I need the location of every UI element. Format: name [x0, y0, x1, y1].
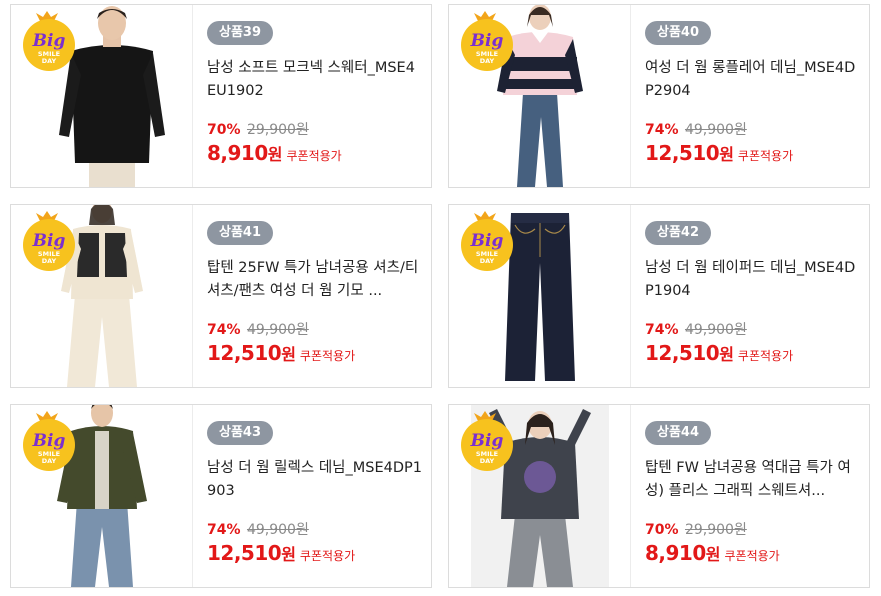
rank-badge: 상품42	[645, 221, 712, 245]
coupon-label: 쿠폰적용가	[737, 149, 794, 163]
price-block: 74% 49,900원 12,510원 쿠폰적용가	[207, 521, 423, 569]
final-price: 12,510	[645, 341, 720, 365]
product-title[interactable]: 여성 더 웜 롱플레어 데님_MSE4DP2904	[645, 57, 861, 103]
product-image[interactable]: Big SMILE DAY	[11, 5, 193, 187]
product-info: 상품41 탑텐 25FW 특가 남녀공용 셔츠/티셔츠/팬츠 여성 더 웜 기모…	[207, 221, 423, 369]
discount-rate: 74%	[645, 322, 679, 338]
smile-day-badge-icon: Big SMILE DAY	[461, 211, 513, 271]
rank-badge: 상품43	[207, 421, 274, 445]
product-info: 상품40 여성 더 웜 롱플레어 데님_MSE4DP2904 74% 49,90…	[645, 21, 861, 169]
svg-text:DAY: DAY	[42, 457, 57, 465]
product-card-40[interactable]: Big SMILE DAY 상품40 여성 더 웜 롱플레어 데님_MSE4DP…	[448, 4, 870, 188]
price-block: 70% 29,900원 8,910원 쿠폰적용가	[645, 521, 861, 569]
discount-rate: 70%	[645, 522, 679, 538]
smile-day-badge-icon: Big SMILE DAY	[23, 211, 75, 271]
won-unit: 원	[719, 145, 734, 164]
discount-rate: 74%	[207, 322, 241, 338]
product-image[interactable]: Big SMILE DAY	[11, 405, 193, 587]
coupon-label: 쿠폰적용가	[286, 149, 342, 163]
product-image[interactable]: Big SMILE DAY	[449, 205, 631, 387]
product-card-44[interactable]: Big SMILE DAY 상품44 탑텐 FW 남녀공용 역대급 특가 여성)…	[448, 404, 870, 588]
product-info: 상품43 남성 더 웜 릴렉스 데님_MSE4DP1903 74% 49,900…	[207, 421, 423, 569]
svg-text:Big: Big	[470, 231, 504, 251]
svg-text:Big: Big	[32, 431, 66, 451]
svg-text:DAY: DAY	[480, 57, 495, 65]
final-price: 12,510	[207, 341, 282, 365]
original-price: 29,900원	[246, 122, 309, 138]
product-title[interactable]: 남성 더 웜 테이퍼드 데님_MSE4DP1904	[645, 257, 861, 303]
final-price: 12,510	[207, 541, 282, 565]
price-block: 74% 49,900원 12,510원 쿠폰적용가	[645, 321, 861, 369]
svg-text:DAY: DAY	[480, 457, 495, 465]
smile-day-badge-icon: Big SMILE DAY	[461, 11, 513, 71]
final-price: 12,510	[645, 141, 720, 165]
won-unit: 원	[705, 545, 721, 564]
rank-badge: 상품41	[207, 221, 274, 245]
product-title[interactable]: 남성 더 웜 릴렉스 데님_MSE4DP1903	[207, 457, 423, 503]
rank-badge: 상품40	[645, 21, 712, 45]
won-unit: 원	[719, 345, 734, 364]
smile-day-badge-icon: Big SMILE DAY	[23, 411, 75, 471]
product-info: 상품42 남성 더 웜 테이퍼드 데님_MSE4DP1904 74% 49,90…	[645, 221, 861, 369]
product-image[interactable]: Big SMILE DAY	[11, 205, 193, 387]
product-title[interactable]: 남성 소프트 모크넥 스웨터_MSE4EU1902	[207, 57, 423, 103]
smile-day-badge-icon: Big SMILE DAY	[23, 11, 75, 71]
svg-text:Big: Big	[470, 31, 504, 51]
svg-text:Big: Big	[32, 231, 66, 251]
smile-day-badge-icon: Big SMILE DAY	[461, 411, 513, 471]
product-title[interactable]: 탑텐 FW 남녀공용 역대급 특가 여성) 플리스 그래픽 스웨트셔...	[645, 457, 861, 503]
won-unit: 원	[267, 145, 283, 164]
rank-badge: 상품39	[207, 21, 274, 45]
discount-rate: 74%	[207, 522, 241, 538]
coupon-label: 쿠폰적용가	[737, 349, 794, 363]
svg-text:DAY: DAY	[42, 57, 57, 65]
svg-text:DAY: DAY	[42, 257, 57, 265]
price-block: 74% 49,900원 12,510원 쿠폰적용가	[207, 321, 423, 369]
product-image[interactable]: Big SMILE DAY	[449, 5, 631, 187]
product-title[interactable]: 탑텐 25FW 특가 남녀공용 셔츠/티셔츠/팬츠 여성 더 웜 기모 ...	[207, 257, 423, 303]
product-card-41[interactable]: Big SMILE DAY 상품41 탑텐 25FW 특가 남녀공용 셔츠/티셔…	[10, 204, 432, 388]
price-block: 74% 49,900원 12,510원 쿠폰적용가	[645, 121, 861, 169]
original-price: 49,900원	[246, 322, 309, 338]
won-unit: 원	[281, 545, 296, 564]
product-info: 상품44 탑텐 FW 남녀공용 역대급 특가 여성) 플리스 그래픽 스웨트셔.…	[645, 421, 861, 569]
original-price: 49,900원	[684, 122, 747, 138]
coupon-label: 쿠폰적용가	[299, 349, 356, 363]
original-price: 49,900원	[246, 522, 309, 538]
coupon-label: 쿠폰적용가	[299, 549, 356, 563]
discount-rate: 74%	[645, 122, 679, 138]
product-card-43[interactable]: Big SMILE DAY 상품43 남성 더 웜 릴렉스 데님_MSE4DP1…	[10, 404, 432, 588]
final-price: 8,910	[207, 141, 268, 165]
rank-badge: 상품44	[645, 421, 712, 445]
product-image[interactable]: Big SMILE DAY	[449, 405, 631, 587]
original-price: 49,900원	[684, 322, 747, 338]
svg-text:DAY: DAY	[480, 257, 495, 265]
product-info: 상품39 남성 소프트 모크넥 스웨터_MSE4EU1902 70% 29,90…	[207, 21, 423, 169]
svg-text:Big: Big	[32, 31, 66, 51]
coupon-label: 쿠폰적용가	[724, 549, 780, 563]
product-card-42[interactable]: Big SMILE DAY 상품42 남성 더 웜 테이퍼드 데님_MSE4DP…	[448, 204, 870, 388]
final-price: 8,910	[645, 541, 706, 565]
discount-rate: 70%	[207, 122, 241, 138]
svg-text:Big: Big	[470, 431, 504, 451]
price-block: 70% 29,900원 8,910원 쿠폰적용가	[207, 121, 423, 169]
product-card-39[interactable]: Big SMILE DAY 상품39 남성 소프트 모크넥 스웨터_MSE4EU…	[10, 4, 432, 188]
original-price: 29,900원	[684, 522, 747, 538]
won-unit: 원	[281, 345, 296, 364]
